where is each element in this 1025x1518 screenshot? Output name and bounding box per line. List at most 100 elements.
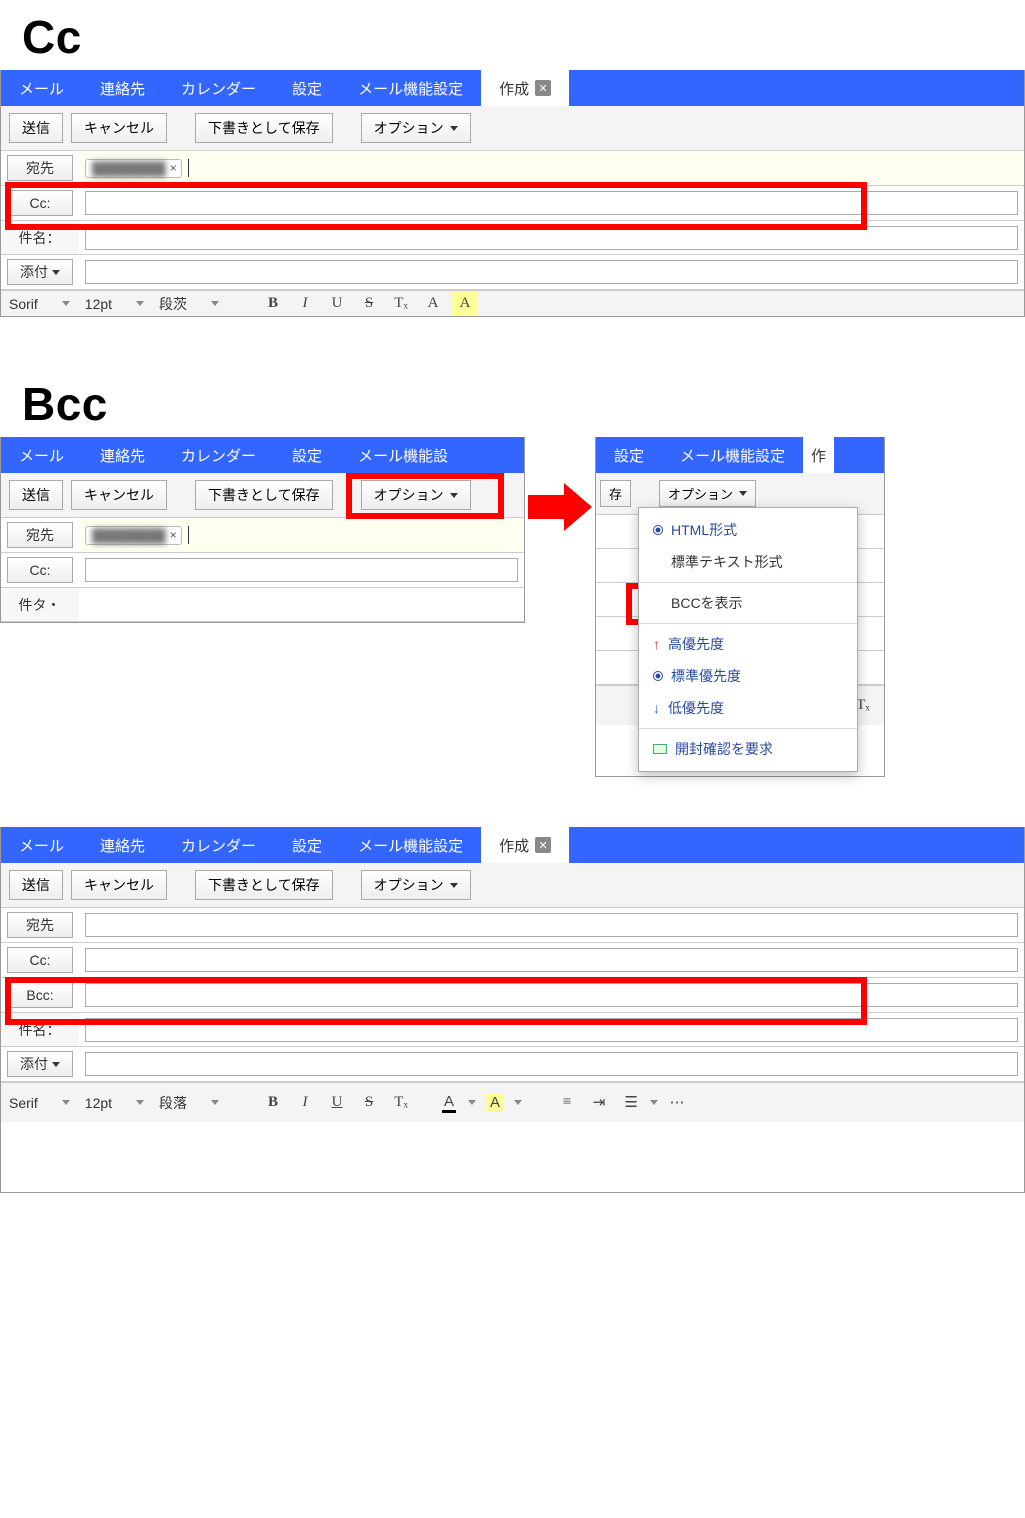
menu-high-priority[interactable]: ↑ 高優先度 bbox=[639, 628, 857, 660]
cc-input[interactable] bbox=[85, 558, 518, 582]
italic-button[interactable]: I bbox=[292, 1090, 318, 1116]
editor-body[interactable] bbox=[1, 1122, 1024, 1192]
tab-compose-cut[interactable]: 作 bbox=[803, 437, 834, 473]
cancel-button[interactable]: キャンセル bbox=[71, 870, 167, 900]
indent-button[interactable]: ⇥ bbox=[586, 1090, 612, 1116]
tab-contacts[interactable]: 連絡先 bbox=[82, 70, 163, 106]
menu-low-priority[interactable]: ↓ 低優先度 bbox=[639, 692, 857, 724]
bold-button[interactable]: B bbox=[260, 291, 286, 317]
italic-button[interactable]: I bbox=[292, 291, 318, 317]
chevron-down-icon[interactable] bbox=[468, 1100, 476, 1105]
tab-mail[interactable]: メール bbox=[1, 70, 82, 106]
underline-button[interactable]: U bbox=[324, 1090, 350, 1116]
tab-compose[interactable]: 作成 ✕ bbox=[481, 827, 569, 863]
options-button[interactable]: オプション bbox=[659, 480, 756, 507]
tab-contacts[interactable]: 連絡先 bbox=[82, 437, 163, 473]
underline-button[interactable]: U bbox=[324, 291, 350, 317]
tab-mail[interactable]: メール bbox=[1, 827, 82, 863]
tab-mail-func[interactable]: メール機能設定 bbox=[340, 70, 481, 106]
recipient-chip[interactable]: ████████ × bbox=[85, 526, 182, 545]
attach-button[interactable]: 添付 bbox=[7, 259, 73, 285]
font-select[interactable]: Serif bbox=[9, 1095, 79, 1111]
tab-mail[interactable]: メール bbox=[1, 437, 82, 473]
more-button[interactable]: ⋯ bbox=[664, 1090, 690, 1116]
save-draft-button[interactable]: 下書きとして保存 bbox=[195, 870, 333, 900]
tab-calendar[interactable]: カレンダー bbox=[163, 437, 274, 473]
tab-mail-func-cut[interactable]: メール機能設 bbox=[340, 437, 466, 473]
cancel-button[interactable]: キャンセル bbox=[71, 113, 167, 143]
recipient-chip[interactable]: ████████ × bbox=[85, 159, 182, 178]
tab-settings[interactable]: 設定 bbox=[274, 437, 340, 473]
para-select[interactable]: 段落 bbox=[159, 1093, 228, 1113]
save-draft-button[interactable]: 下書きとして保存 bbox=[195, 113, 333, 143]
size-select[interactable]: 12pt bbox=[85, 1095, 153, 1111]
attach-input[interactable] bbox=[85, 1052, 1018, 1076]
tab-calendar[interactable]: カレンダー bbox=[163, 70, 274, 106]
options-button[interactable]: オプション bbox=[361, 870, 471, 900]
attach-input[interactable] bbox=[85, 260, 1018, 284]
row-to: 宛先 ████████ × bbox=[1, 518, 524, 553]
bcc-input[interactable] bbox=[85, 983, 1018, 1007]
cc-button[interactable]: Cc: bbox=[7, 557, 73, 583]
menu-plain-format[interactable]: 標準テキスト形式 bbox=[639, 546, 857, 578]
clear-format-button[interactable]: Tₓ bbox=[388, 1090, 414, 1116]
save-draft-button[interactable]: 下書きとして保存 bbox=[195, 480, 333, 510]
row-cc: Cc: bbox=[1, 186, 1024, 221]
send-button[interactable]: 送信 bbox=[9, 870, 63, 900]
options-button[interactable]: オプション bbox=[361, 480, 471, 510]
menu-show-bcc[interactable]: BCCを表示 bbox=[639, 587, 857, 619]
tab-compose-label: 作成 bbox=[499, 835, 529, 856]
save-draft-button-cut[interactable]: 存 bbox=[600, 480, 631, 507]
cc-button[interactable]: Cc: bbox=[7, 190, 73, 216]
font-select[interactable]: Sorif bbox=[9, 296, 79, 312]
to-button[interactable]: 宛先 bbox=[7, 912, 73, 938]
tab-mail-func[interactable]: メール機能設定 bbox=[340, 827, 481, 863]
cc-input[interactable] bbox=[85, 191, 1018, 215]
cc-button[interactable]: Cc: bbox=[7, 947, 73, 973]
tab-settings[interactable]: 設定 bbox=[596, 437, 662, 473]
tab-settings[interactable]: 設定 bbox=[274, 827, 340, 863]
options-label: オプション bbox=[374, 485, 444, 505]
font-color-button[interactable]: A bbox=[436, 1090, 462, 1116]
cc-input[interactable] bbox=[85, 948, 1018, 972]
tab-settings[interactable]: 設定 bbox=[274, 70, 340, 106]
menu-read-receipt[interactable]: 開封確認を要求 bbox=[639, 733, 857, 765]
align-button[interactable]: ≡ bbox=[554, 1090, 580, 1116]
options-menu: HTML形式 標準テキスト形式 BCCを表示 ↑ 高優先度 bbox=[638, 507, 858, 772]
tab-calendar[interactable]: カレンダー bbox=[163, 827, 274, 863]
chip-remove-icon[interactable]: × bbox=[170, 161, 177, 175]
tab-contacts[interactable]: 連絡先 bbox=[82, 827, 163, 863]
send-button[interactable]: 送信 bbox=[9, 480, 63, 510]
to-input[interactable] bbox=[85, 913, 1018, 937]
subject-input[interactable] bbox=[85, 226, 1018, 250]
tab-mail-func[interactable]: メール機能設定 bbox=[662, 437, 803, 473]
close-icon[interactable]: ✕ bbox=[535, 837, 551, 853]
bold-button[interactable]: B bbox=[260, 1090, 286, 1116]
bg-color-button[interactable]: A bbox=[452, 291, 478, 317]
bcc-button[interactable]: Bcc: bbox=[7, 982, 73, 1008]
font-color-button[interactable]: A bbox=[420, 291, 446, 317]
para-select[interactable]: 段茨 bbox=[159, 294, 228, 314]
compose-window-bcc-right: 設定 メール機能設定 作 存 オプション S bbox=[595, 437, 885, 777]
chip-remove-icon[interactable]: × bbox=[170, 528, 177, 542]
to-button[interactable]: 宛先 bbox=[7, 155, 73, 181]
options-button[interactable]: オプション bbox=[361, 113, 471, 143]
close-icon[interactable]: ✕ bbox=[535, 80, 551, 96]
chevron-down-icon[interactable] bbox=[650, 1100, 658, 1105]
chevron-down-icon[interactable] bbox=[514, 1100, 522, 1105]
bg-color-button[interactable]: A bbox=[482, 1090, 508, 1116]
size-select[interactable]: 12pt bbox=[85, 296, 153, 312]
strike-button[interactable]: S bbox=[356, 1090, 382, 1116]
menu-normal-priority[interactable]: 標準優先度 bbox=[639, 660, 857, 692]
chevron-down-icon bbox=[136, 1100, 144, 1105]
cancel-button[interactable]: キャンセル bbox=[71, 480, 167, 510]
strike-button[interactable]: S bbox=[356, 291, 382, 317]
clear-format-button[interactable]: Tₓ bbox=[388, 291, 414, 317]
menu-html-format[interactable]: HTML形式 bbox=[639, 514, 857, 546]
subject-input[interactable] bbox=[85, 1018, 1018, 1042]
list-button[interactable]: ☰ bbox=[618, 1090, 644, 1116]
send-button[interactable]: 送信 bbox=[9, 113, 63, 143]
to-button[interactable]: 宛先 bbox=[7, 522, 73, 548]
tab-compose[interactable]: 作成 ✕ bbox=[481, 70, 569, 106]
attach-button[interactable]: 添付 bbox=[7, 1051, 73, 1077]
